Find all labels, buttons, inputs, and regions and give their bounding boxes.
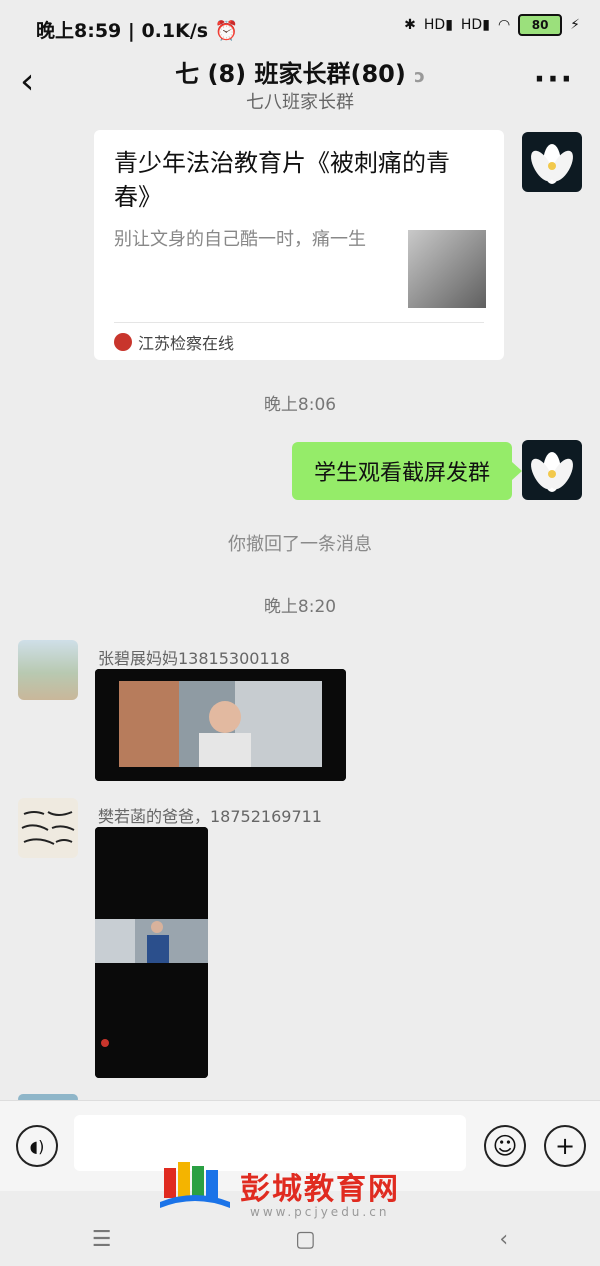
sender1-name: 张碧展妈妈13815300118 (98, 649, 290, 668)
chat-title: 七 (8) 班家长群(80) ↄ (0, 54, 600, 89)
recall-notice: 你撤回了一条消息 (228, 534, 372, 555)
sender2-name: 樊若菡的爸爸，18752169711 (98, 807, 322, 826)
wifi-icon: ◠ (497, 17, 511, 33)
sender1-avatar[interactable] (18, 640, 78, 700)
my-avatar[interactable] (522, 132, 582, 192)
alarm-icon: ⏰ (214, 20, 239, 42)
watermark-logo-icon (160, 1162, 230, 1208)
phone-screenshot-image (95, 827, 208, 1078)
card-source: 江苏检察在线 (114, 330, 234, 354)
back-nav-icon[interactable]: ‹ (499, 1227, 508, 1252)
card-divider (114, 322, 484, 323)
voice-input-button[interactable]: ◖) (16, 1125, 58, 1167)
card-title: 青少年法治教育片《被刺痛的青春》 (114, 149, 450, 211)
signal-icon-2: HD▮ (460, 17, 490, 33)
charging-icon: ⚡ (570, 17, 580, 33)
chat-subtitle: 七八班家长群 (246, 92, 354, 113)
emoji-button[interactable]: ☺ (484, 1125, 526, 1167)
status-icons: ✱ HD▮ HD▮ ◠ 80 ⚡ (404, 14, 580, 36)
source-logo-icon (114, 333, 132, 351)
more-options-button[interactable]: ··· (534, 62, 574, 97)
add-button[interactable]: + (544, 1125, 586, 1167)
hd-label-2: HD (460, 17, 483, 33)
sender2-avatar[interactable] (18, 798, 78, 858)
signal-icon-1: HD▮ (423, 17, 453, 33)
card-description: 别让文身的自己酷一时，痛一生 (114, 229, 366, 250)
sender1-image-message[interactable] (95, 669, 346, 781)
lotus-avatar-icon (522, 132, 582, 192)
plus-icon: + (554, 1132, 576, 1160)
home-nav-icon[interactable]: ▢ (295, 1227, 316, 1252)
menu-nav-icon[interactable]: ☰ (92, 1227, 112, 1252)
card-source-text: 江苏检察在线 (138, 334, 235, 353)
video-screenshot-image (95, 669, 346, 781)
lotus-avatar-icon-2 (522, 440, 582, 500)
calligraphy-avatar-icon (18, 798, 78, 858)
status-time-speed: 晚上8:59 | 0.1K/s ⏰ (36, 20, 239, 42)
emoji-icon: ☺ (492, 1132, 518, 1160)
system-nav-bar: ☰ ▢ ‹ (0, 1212, 600, 1266)
chat-title-text: 七 (8) 班家长群(80) (175, 60, 406, 88)
status-time: 晚上8:59 (36, 20, 122, 42)
ear-icon: ↄ (414, 66, 425, 87)
my-avatar-2[interactable] (522, 440, 582, 500)
sender2-image-message[interactable] (95, 827, 208, 1078)
battery-icon: 80 (518, 14, 563, 36)
timestamp-1: 晚上8:06 (263, 395, 337, 415)
network-speed: 0.1K/s (141, 20, 209, 42)
chat-header: ‹ 七 (8) 班家长群(80) ↄ 七八班家长群 ··· (0, 50, 600, 120)
bluetooth-icon: ✱ (404, 17, 416, 33)
sent-text: 学生观看截屏发群 (313, 461, 490, 486)
timestamp-2: 晚上8:20 (263, 597, 337, 617)
hd-label-1: HD (423, 17, 446, 33)
link-card-message[interactable]: 青少年法治教育片《被刺痛的青春》 别让文身的自己酷一时，痛一生 江苏检察在线 (94, 130, 504, 360)
sent-text-bubble[interactable]: 学生观看截屏发群 (291, 442, 523, 500)
card-thumbnail (408, 230, 486, 308)
watermark-text: 彭城教育网 (240, 1172, 400, 1207)
battery-level: 80 (531, 18, 549, 32)
voice-icon: ◖) (29, 1136, 45, 1156)
